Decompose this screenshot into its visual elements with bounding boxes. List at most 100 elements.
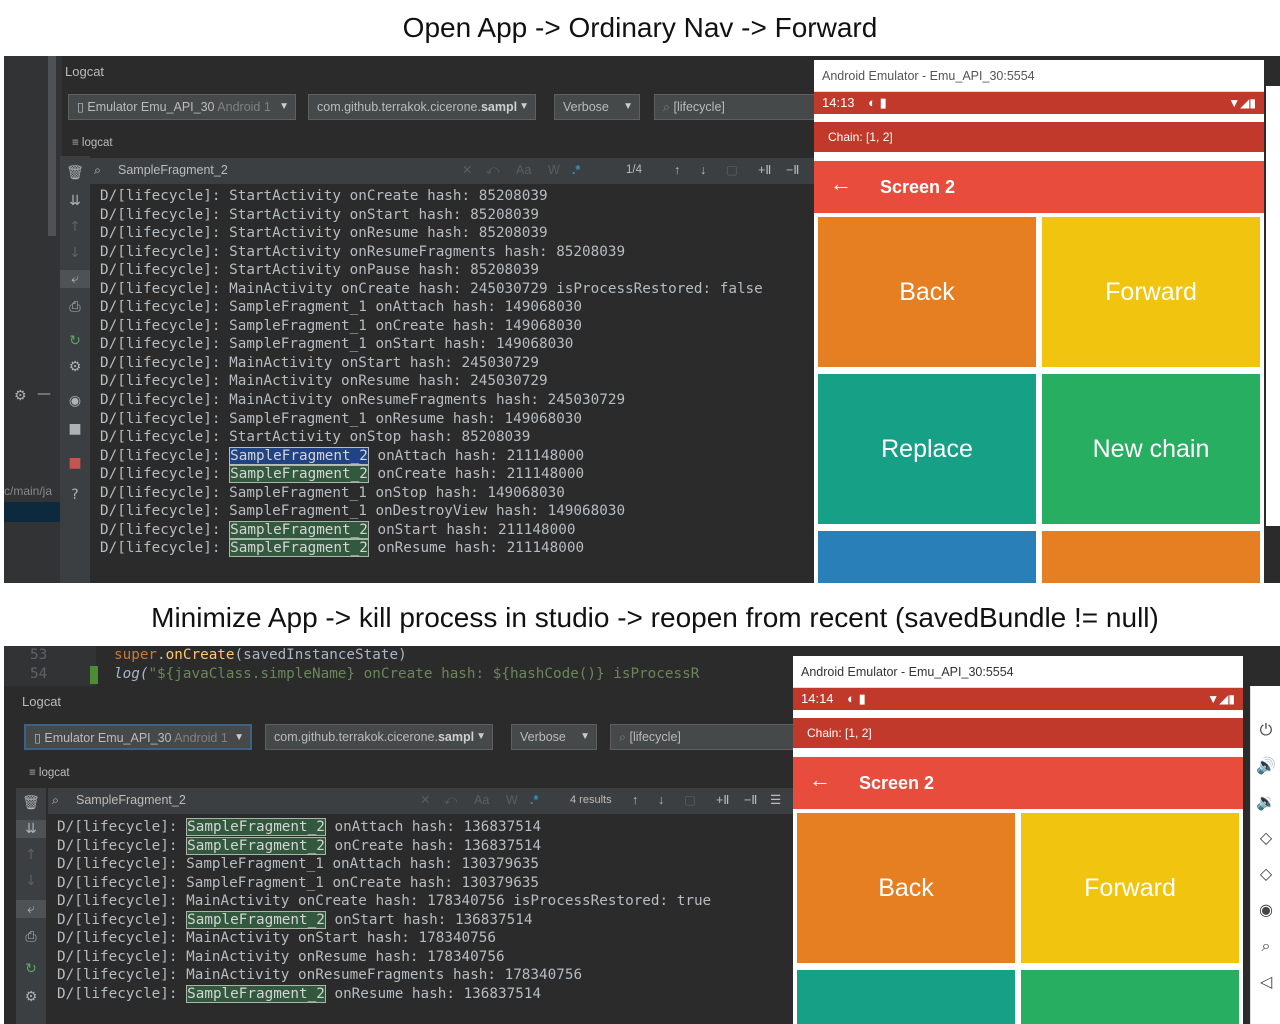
package-combo-bold: sampl [480, 100, 518, 114]
select-all-icon[interactable]: ▢ [726, 158, 738, 182]
forward-button[interactable]: Forward [1021, 813, 1239, 963]
camera-icon[interactable]: ◉ [60, 392, 90, 410]
words-icon[interactable]: W [548, 158, 560, 182]
logcat-tab[interactable]: ≡ logcat [72, 137, 113, 149]
change-marker [90, 666, 98, 684]
logcat-tab-label: logcat [38, 767, 70, 779]
next-occurrence-icon[interactable]: ↓ [700, 158, 706, 182]
gear-icon[interactable]: ⚙ [60, 358, 90, 376]
logcat-action-column: 🗑 ⇊ ↑ ↓ ⤶ ⎙ ↻ ⚙ ◉ ■ ■ ? [60, 156, 90, 583]
soft-wrap-icon[interactable]: ⤶ [16, 900, 46, 918]
words-icon[interactable]: W [506, 788, 518, 812]
log-text: onCreate hash: 136837514 [325, 837, 542, 854]
scroll-to-end-icon[interactable]: ⇊ [60, 192, 90, 210]
log-line: D/[lifecycle]: SampleFragment_1 onCreate… [57, 874, 793, 893]
volume-down-icon[interactable]: 🔉 [1254, 792, 1278, 811]
filter-input[interactable]: ⌕ [lifecycle] [654, 94, 822, 120]
find-result-count: 1/4 [626, 164, 642, 176]
editor-scrollbar[interactable] [48, 56, 56, 236]
zoom-icon[interactable]: ⌕ [1254, 936, 1278, 956]
regex-icon[interactable]: .* [530, 788, 538, 812]
log-line: D/[lifecycle]: StartActivity onStart has… [100, 206, 816, 225]
replace-button[interactable]: Replace [818, 374, 1036, 524]
add-selection-icon[interactable]: +Ⅱ [716, 788, 729, 812]
level-combo[interactable]: Verbose ▼ [554, 94, 640, 120]
down-arrow-icon[interactable]: ↓ [60, 244, 90, 262]
logcat-output[interactable]: D/[lifecycle]: SampleFragment_2 onAttach… [57, 818, 793, 1024]
select-all-icon[interactable]: ▢ [684, 788, 696, 812]
video-icon[interactable]: ■ [60, 420, 90, 438]
settings-gear-icon[interactable]: ⚙ [14, 388, 27, 404]
logcat-output[interactable]: D/[lifecycle]: StartActivity onCreate ha… [100, 187, 816, 579]
regex-icon[interactable]: .* [572, 158, 580, 182]
line-number: 54 [30, 666, 48, 682]
logcat-tab[interactable]: ≡ logcat [29, 767, 70, 779]
log-line: D/[lifecycle]: StartActivity onStop hash… [100, 428, 816, 447]
grid-tile-partial[interactable] [818, 531, 1036, 583]
forward-button[interactable]: Forward [1042, 217, 1260, 367]
new-chain-button[interactable]: New chain [1042, 374, 1260, 524]
power-icon[interactable]: ⏻ [1254, 720, 1278, 740]
match-case-icon[interactable]: Aa [474, 788, 489, 812]
restart-icon[interactable]: ↻ [16, 960, 46, 978]
screenshot-icon[interactable]: ◉ [1254, 900, 1278, 919]
filter-input[interactable]: ⌕ [lifecycle] [610, 724, 794, 750]
remove-selection-icon[interactable]: −Ⅱ [744, 788, 757, 812]
back-arrow-icon[interactable]: ← [809, 767, 831, 793]
level-combo-label: Verbose [520, 730, 566, 744]
stop-icon[interactable]: ■ [60, 454, 90, 472]
filter-results-icon[interactable]: ☰ [770, 788, 781, 812]
next-occurrence-icon[interactable]: ↓ [658, 788, 664, 812]
scroll-to-end-icon[interactable]: ⇊ [16, 820, 46, 838]
new-line-icon[interactable]: ⤺ [486, 158, 499, 182]
grid-tile-partial[interactable] [1021, 970, 1239, 1024]
chain-label: Chain: [1, 2] [814, 122, 1264, 152]
minimize-icon[interactable]: — [37, 386, 51, 402]
up-arrow-icon[interactable]: ↑ [60, 218, 90, 236]
find-input[interactable]: SampleFragment_2 [76, 788, 186, 812]
back-arrow-icon[interactable]: ← [830, 171, 852, 197]
match-case-icon[interactable]: Aa [516, 158, 531, 182]
rotate-right-icon[interactable]: ◇ [1254, 864, 1278, 883]
back-button[interactable]: Back [818, 217, 1036, 367]
print-icon[interactable]: ⎙ [16, 928, 46, 946]
clear-icon[interactable]: ✕ [420, 788, 430, 812]
rotate-left-icon[interactable]: ◇ [1254, 828, 1278, 847]
project-selected-row[interactable] [4, 502, 62, 522]
restart-icon[interactable]: ↻ [60, 332, 90, 350]
package-combo[interactable]: com.github.terrakok.cicerone.sampl ▼ [265, 724, 493, 750]
soft-wrap-icon[interactable]: ⤶ [60, 270, 90, 288]
grid-tile-partial[interactable] [1042, 531, 1260, 583]
trash-icon[interactable]: 🗑 [60, 164, 90, 182]
remove-selection-icon[interactable]: −Ⅱ [786, 158, 799, 182]
log-line: D/[lifecycle]: SampleFragment_2 onAttach… [100, 446, 816, 466]
level-combo[interactable]: Verbose ▼ [511, 724, 597, 750]
add-selection-icon[interactable]: +Ⅱ [758, 158, 771, 182]
back-triangle-icon[interactable]: ◁ [1254, 972, 1278, 991]
new-line-icon[interactable]: ⤺ [444, 788, 457, 812]
status-time: 14:14 [801, 691, 834, 706]
find-bar: ⌕ SampleFragment_2 ✕ ⤺ Aa W .* 1/4 ↑ ↓ ▢… [90, 158, 820, 184]
device-combo[interactable]: ▯ Emulator Emu_API_30 Android 1 ▼ [24, 724, 252, 750]
print-icon[interactable]: ⎙ [60, 298, 90, 316]
button-grid: Back Forward [793, 809, 1243, 1024]
button-grid: Back Forward Replace New chain [814, 213, 1264, 583]
clear-icon[interactable]: ✕ [462, 158, 472, 182]
previous-occurrence-icon[interactable]: ↑ [632, 788, 638, 812]
search-match: SampleFragment_2 [229, 520, 369, 539]
previous-occurrence-icon[interactable]: ↑ [674, 158, 680, 182]
find-input[interactable]: SampleFragment_2 [118, 158, 228, 182]
emulator-side-toolbar: ⏻ 🔊 🔉 ◇ ◇ ◉ ⌕ ◁ [1250, 686, 1280, 1024]
device-combo[interactable]: ▯ Emulator Emu_API_30 Android 1 ▼ [68, 94, 296, 120]
logcat-toolbar: ▯ Emulator Emu_API_30 Android 1 ▼ com.gi… [62, 86, 822, 128]
code-editor[interactable]: 53 54 super.onCreate(savedInstanceState)… [4, 646, 794, 686]
package-combo[interactable]: com.github.terrakok.cicerone.sampl ▼ [308, 94, 536, 120]
grid-tile-partial[interactable] [797, 970, 1015, 1024]
back-button[interactable]: Back [797, 813, 1015, 963]
up-arrow-icon[interactable]: ↑ [16, 846, 46, 864]
down-arrow-icon[interactable]: ↓ [16, 872, 46, 890]
volume-up-icon[interactable]: 🔊 [1254, 756, 1278, 775]
gear-icon[interactable]: ⚙ [16, 988, 46, 1006]
trash-icon[interactable]: 🗑 [16, 794, 46, 812]
help-icon[interactable]: ? [60, 486, 90, 504]
